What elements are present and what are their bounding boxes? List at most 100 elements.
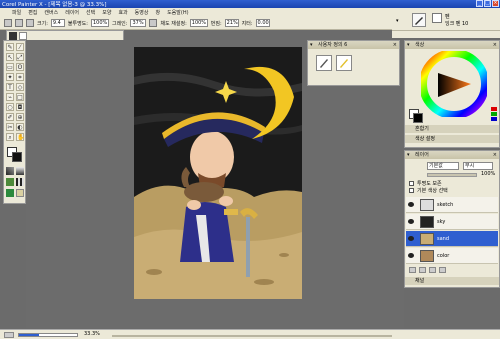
pattern-selector-icon[interactable]: [6, 178, 14, 186]
menu-help[interactable]: 도움말(H): [167, 9, 188, 16]
pick-underlying-checkbox[interactable]: [409, 188, 414, 193]
pencil-variant-icon[interactable]: [336, 55, 352, 71]
collapse-icon[interactable]: ▾: [310, 41, 313, 49]
lasso-icon[interactable]: ʘ: [16, 63, 24, 71]
artwork-canvas[interactable]: [134, 47, 302, 299]
channels-panel-header[interactable]: 채널: [405, 277, 499, 285]
rgb-toggle-icons[interactable]: [491, 107, 497, 123]
grain-field[interactable]: 37%: [130, 19, 147, 27]
text-tool-icon[interactable]: T: [6, 83, 14, 91]
look-selector-icon[interactable]: [16, 189, 24, 197]
custom-palette-header[interactable]: 사용자 정의 6 ▾ ×: [308, 41, 399, 49]
dodge-icon[interactable]: ✂: [6, 123, 14, 131]
stroke-preview-icon[interactable]: [19, 32, 27, 40]
paint-bucket-icon[interactable]: ◘: [16, 103, 24, 111]
composite-select[interactable]: 무시: [463, 162, 493, 170]
eye-icon[interactable]: [408, 202, 414, 207]
maximize-button[interactable]: □: [484, 0, 491, 7]
magnifier-icon[interactable]: ⌕: [6, 133, 14, 141]
minimize-button[interactable]: _: [476, 0, 483, 7]
layer-row-sky[interactable]: sky: [406, 214, 498, 230]
layer-row-color[interactable]: color: [406, 248, 498, 264]
grabber-icon[interactable]: ✋: [16, 133, 24, 141]
primary-color-chip[interactable]: [413, 113, 423, 123]
transform-tool-icon[interactable]: ⤢: [16, 53, 24, 61]
expression-icon[interactable]: [149, 19, 158, 27]
nozzle-selector-icon[interactable]: [6, 189, 14, 197]
color-panel-header[interactable]: 색상 ▾ ×: [405, 41, 499, 49]
reset-icon[interactable]: [15, 19, 23, 27]
blend-mode-select[interactable]: 기본값: [427, 162, 459, 170]
rectangle-shape-icon[interactable]: □: [16, 93, 24, 101]
rectangle-select-icon[interactable]: ▭: [6, 63, 14, 71]
bleed-field[interactable]: 21%: [224, 19, 239, 27]
layer-thumbnail: [420, 216, 434, 228]
rubber-stamp-icon[interactable]: ⊕: [16, 113, 24, 121]
close-button[interactable]: ×: [492, 0, 499, 7]
jitter-field[interactable]: 0.00: [255, 19, 270, 27]
zoom-slider[interactable]: [18, 333, 78, 337]
color-wheel[interactable]: [421, 51, 487, 117]
collapse-icon[interactable]: ▾: [407, 41, 410, 49]
eye-icon[interactable]: [408, 236, 414, 241]
layer-adjuster-icon[interactable]: ↖: [6, 53, 14, 61]
brush-dropdown-icon[interactable]: ▾: [396, 18, 399, 24]
variant-icon[interactable]: [432, 13, 442, 23]
menu-effects[interactable]: 효과: [118, 9, 127, 16]
close-icon[interactable]: ×: [493, 151, 497, 159]
layers-panel-header[interactable]: 레이어 ▾ ×: [405, 151, 499, 159]
menu-select[interactable]: 선택: [86, 9, 95, 16]
sand-crater: [146, 269, 162, 275]
sword-blade: [246, 217, 250, 277]
brush-variant-icon[interactable]: [316, 55, 332, 71]
opacity-value: 100%: [481, 171, 496, 177]
brush-icon[interactable]: [4, 19, 12, 27]
brush-tip-icon[interactable]: [9, 32, 17, 40]
color-sets-header[interactable]: 색상 설정: [405, 135, 499, 143]
opacity-slider[interactable]: [427, 173, 477, 177]
layer-row-sand[interactable]: sand: [406, 231, 498, 247]
menu-shapes[interactable]: 모양: [102, 9, 111, 16]
dynamic-plugin-icon[interactable]: [429, 267, 436, 273]
mixer-panel-header[interactable]: 혼합기: [405, 125, 499, 133]
collapse-icon[interactable]: ▾: [407, 151, 410, 159]
layer-mask-icon[interactable]: [419, 267, 426, 273]
horizontal-scrollbar[interactable]: [112, 335, 392, 337]
cloner-icon[interactable]: ✐: [6, 113, 14, 121]
close-icon[interactable]: ×: [493, 41, 497, 49]
close-icon[interactable]: ×: [393, 41, 397, 49]
gradient-selector-icon[interactable]: [16, 167, 24, 175]
menu-file[interactable]: 파일: [12, 9, 21, 16]
menu-canvas[interactable]: 캔버스: [44, 9, 58, 16]
size-field[interactable]: 9.4: [50, 19, 65, 27]
opacity-field[interactable]: 100%: [90, 19, 109, 27]
menu-movie[interactable]: 동영상: [135, 9, 149, 16]
paper-selector-icon[interactable]: [6, 167, 14, 175]
pen-tool-icon[interactable]: ⌁: [6, 93, 14, 101]
menu-window[interactable]: 창: [155, 9, 160, 16]
oval-tool-icon[interactable]: ○: [6, 103, 14, 111]
main-color-swatch[interactable]: [12, 152, 22, 162]
dropper-tool-icon[interactable]: ⁄: [16, 43, 24, 51]
menu-edit[interactable]: 편집: [28, 9, 37, 16]
eye-icon[interactable]: [408, 253, 414, 258]
new-layer-icon[interactable]: [409, 267, 416, 273]
pick-underlying-label: 기본 색상 선택: [417, 188, 448, 194]
pen-category-icon[interactable]: [412, 13, 426, 27]
weaving-selector-icon[interactable]: [16, 178, 24, 186]
brush-tool-icon[interactable]: ✎: [6, 43, 14, 51]
layer-row-sketch[interactable]: sketch: [406, 197, 498, 213]
jitter-label: 지터:: [241, 20, 253, 27]
menu-layers[interactable]: 레이어: [65, 9, 79, 16]
magic-wand-icon[interactable]: ✦: [6, 73, 14, 81]
dab-type-icon[interactable]: [26, 19, 34, 27]
delete-layer-icon[interactable]: [439, 267, 446, 273]
shape-tool-icon[interactable]: ◇: [16, 83, 24, 91]
preserve-transparency-checkbox[interactable]: [409, 181, 414, 186]
eye-icon[interactable]: [408, 219, 414, 224]
mirror-icon[interactable]: ◐: [16, 123, 24, 131]
brush-variant-label[interactable]: 잉크 펜 10: [445, 20, 468, 27]
zoom-out-icon[interactable]: [4, 332, 14, 338]
resaturation-field[interactable]: 100%: [189, 19, 208, 27]
crop-icon[interactable]: ⌗: [16, 73, 24, 81]
